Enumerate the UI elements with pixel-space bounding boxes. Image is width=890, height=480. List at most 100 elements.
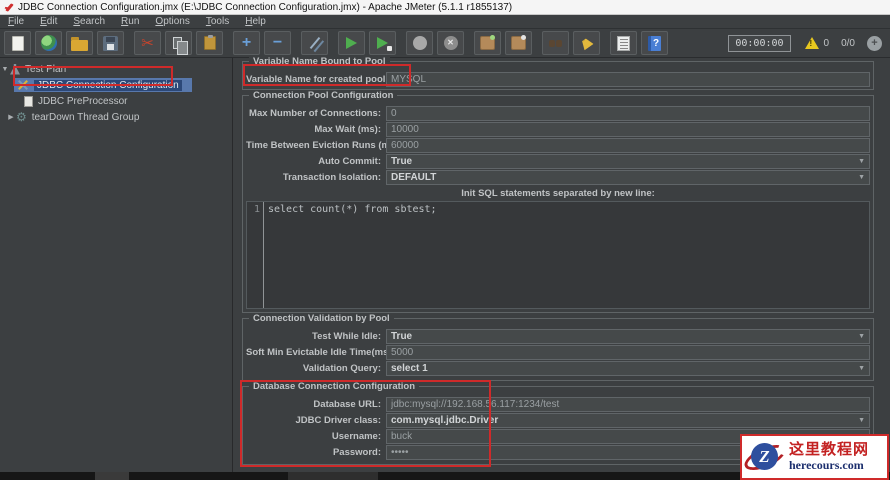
- chevron-down-icon: ▼: [858, 174, 865, 181]
- start-no-pauses-button[interactable]: [369, 31, 396, 55]
- transaction-isolation-select[interactable]: DEFAULT ▼: [386, 170, 870, 185]
- start-no-pauses-badge: [387, 46, 392, 51]
- chevron-down-icon: ▼: [858, 417, 865, 424]
- menu-run[interactable]: Run: [113, 15, 147, 29]
- field-label: Time Between Eviction Runs (ms):: [246, 140, 402, 151]
- title-bar: JDBC Connection Configuration.jmx (E:\JD…: [0, 0, 890, 15]
- collapse-icon: −: [272, 34, 283, 51]
- preprocessor-icon: [24, 95, 33, 107]
- function-helper-icon: [617, 35, 630, 51]
- thread-group-gear-icon: ⚙: [16, 110, 27, 124]
- watermark-logo-icon: Z: [741, 437, 789, 477]
- group-title: Connection Pool Configuration: [249, 90, 398, 101]
- variable-name-input[interactable]: [386, 72, 870, 87]
- variable-name-group: Variable Name Bound to Pool Variable Nam…: [242, 56, 874, 90]
- menu-edit[interactable]: Edit: [32, 15, 65, 29]
- new-file-icon: [11, 35, 24, 51]
- clear-search-button[interactable]: [573, 31, 600, 55]
- sql-code[interactable]: select count(*) from sbtest;: [264, 202, 437, 308]
- init-sql-editor[interactable]: 1 select count(*) from sbtest;: [246, 201, 870, 309]
- paste-button[interactable]: [196, 31, 223, 55]
- tree-item-label: JDBC PreProcessor: [38, 95, 128, 107]
- chevron-down-icon: ▼: [858, 365, 865, 372]
- shutdown-button[interactable]: ✕: [437, 31, 464, 55]
- tree-item-teardown-thread-group[interactable]: ▶ ⚙ tearDown Thread Group: [0, 109, 232, 125]
- tree-item-label: tearDown Thread Group: [31, 111, 140, 123]
- expand-icon: +: [241, 34, 252, 51]
- toolbar: ✂ + − ✕ ? 00:00:00 ! 0 0/0 +: [0, 29, 890, 58]
- jdbc-driver-class-select[interactable]: com.mysql.jdbc.Driver ▼: [386, 413, 870, 428]
- open-folder-icon: [71, 36, 88, 51]
- tree-item-jdbc-preprocessor[interactable]: JDBC PreProcessor: [0, 93, 232, 109]
- watermark-site-url: herecours.com: [789, 457, 864, 472]
- warning-icon[interactable]: !: [804, 37, 819, 49]
- auto-commit-select[interactable]: True ▼: [386, 154, 870, 169]
- jdbc-config-icon: [17, 79, 29, 91]
- remote-stop-all-icon: [511, 35, 526, 50]
- paste-icon: [203, 35, 216, 50]
- tree-selection: JDBC Connection Configuration: [14, 78, 192, 92]
- save-icon: [103, 35, 118, 51]
- expand-all-button[interactable]: +: [233, 31, 260, 55]
- broom-icon: [579, 36, 593, 50]
- test-while-idle-select[interactable]: True ▼: [386, 329, 870, 344]
- caret-down-icon[interactable]: ▼: [0, 66, 10, 73]
- database-url-input[interactable]: [386, 397, 870, 412]
- test-plan-icon: [10, 63, 20, 75]
- open-file-button[interactable]: [66, 31, 93, 55]
- menu-help[interactable]: Help: [237, 15, 274, 29]
- menu-search[interactable]: Search: [65, 15, 113, 29]
- tree-item-test-plan[interactable]: ▼ Test Plan: [0, 61, 232, 77]
- stop-button[interactable]: [406, 31, 433, 55]
- search-binoculars-icon: [549, 39, 555, 47]
- start-button[interactable]: [338, 31, 365, 55]
- toggle-button[interactable]: [301, 31, 328, 55]
- shutdown-icon: ✕: [443, 36, 458, 50]
- field-label: Max Wait (ms):: [314, 124, 381, 135]
- tree-item-label: Test Plan: [25, 63, 67, 75]
- remote-stop-all-button[interactable]: [505, 31, 532, 55]
- remote-start-all-button[interactable]: [474, 31, 501, 55]
- menu-file[interactable]: File: [0, 15, 32, 29]
- chevron-down-icon: ▼: [858, 333, 865, 340]
- menu-tools[interactable]: Tools: [198, 15, 237, 29]
- field-label: JDBC Driver class:: [295, 415, 381, 426]
- search-button[interactable]: [542, 31, 569, 55]
- templates-button[interactable]: [35, 31, 62, 55]
- eviction-runs-input[interactable]: [386, 138, 870, 153]
- connection-pool-group: Connection Pool Configuration Max Number…: [242, 90, 874, 313]
- copy-button[interactable]: [165, 31, 192, 55]
- new-file-button[interactable]: [4, 31, 31, 55]
- watermark: Z 这里教程网 herecours.com: [740, 434, 889, 480]
- thread-counter: 0/0: [841, 37, 855, 49]
- field-label: Transaction Isolation:: [282, 172, 381, 183]
- soft-min-evictable-input[interactable]: [386, 345, 870, 360]
- save-button[interactable]: [97, 31, 124, 55]
- tree-item-jdbc-connection-configuration[interactable]: JDBC Connection Configuration: [0, 77, 232, 93]
- group-title: Database Connection Configuration: [249, 381, 420, 392]
- start-icon: [346, 37, 357, 49]
- selected-value: com.mysql.jdbc.Driver: [391, 415, 499, 426]
- menu-options[interactable]: Options: [147, 15, 197, 29]
- collapse-all-button[interactable]: −: [264, 31, 291, 55]
- jmeter-logo-icon: [5, 2, 14, 12]
- taskbar-segment: [95, 472, 129, 480]
- field-label: Variable Name for created pool:: [246, 74, 389, 85]
- toggle-icon: [309, 36, 320, 50]
- caret-right-icon[interactable]: ▶: [6, 113, 16, 121]
- watermark-site-name: 这里教程网: [789, 441, 870, 459]
- max-connections-input[interactable]: [386, 106, 870, 121]
- copy-icon: [172, 37, 188, 55]
- warning-count: 0: [823, 37, 830, 49]
- validation-query-select[interactable]: select 1 ▼: [386, 361, 870, 376]
- stop-icon: [412, 36, 427, 50]
- selected-value: True: [391, 331, 413, 342]
- max-wait-input[interactable]: [386, 122, 870, 137]
- field-label: Max Number of Connections:: [249, 108, 381, 119]
- function-helper-button[interactable]: [610, 31, 637, 55]
- field-label: Soft Min Evictable Idle Time(ms):: [246, 347, 395, 358]
- menu-bar: File Edit Search Run Options Tools Help: [0, 15, 890, 29]
- help-button[interactable]: ?: [641, 31, 668, 55]
- taskbar-segment: [288, 472, 378, 480]
- cut-button[interactable]: ✂: [134, 31, 161, 55]
